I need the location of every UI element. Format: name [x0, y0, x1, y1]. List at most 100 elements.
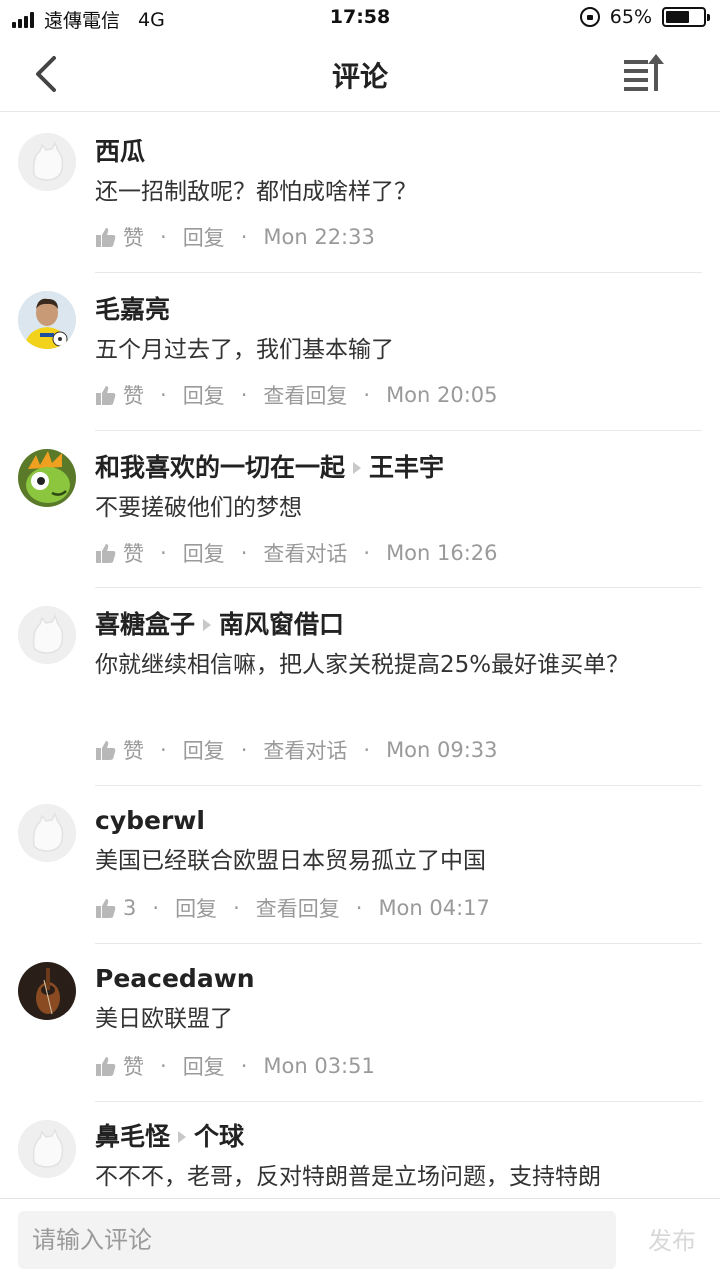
like-button[interactable]: 赞 [123, 380, 144, 410]
status-bar: 遠傳電信 4G 17:58 65% [0, 0, 720, 36]
comment-item: Peacedawn 美日欧联盟了 赞 · 回复 · Mon 03:51 [0, 944, 720, 1102]
author-name[interactable]: 和我喜欢的一切在一起 [95, 453, 345, 482]
rotation-lock-icon [579, 7, 600, 27]
comment-text: 五个月过去了，我们基本输了 [95, 337, 394, 363]
comment-input-bar: 发布 [0, 1198, 720, 1280]
battery-percent: 65% [609, 6, 652, 28]
comment-author[interactable]: 鼻毛怪 个球 [95, 1120, 702, 1154]
view-replies-link[interactable]: 查看回复 [256, 893, 340, 923]
separator: · [240, 225, 248, 249]
separator: · [240, 1054, 248, 1078]
avatar[interactable] [18, 291, 76, 349]
comment-meta: 赞 · 回复 · 查看回复 · Mon 20:05 [95, 379, 498, 411]
author-name[interactable]: cyberwl [95, 806, 205, 835]
comment-time: Mon 04:17 [378, 896, 490, 920]
nav-bar: 评论 [0, 36, 720, 112]
separator: · [160, 541, 167, 565]
like-button[interactable]: 赞 [123, 538, 144, 568]
comment-item: 和我喜欢的一切在一起 王丰宇 不要搓破他们的梦想 赞 · 回复 · 查看对话 · … [0, 431, 720, 588]
separator: · [355, 896, 363, 920]
avatar[interactable] [18, 1120, 76, 1178]
sort-button[interactable] [622, 54, 666, 94]
view-conversation-link[interactable]: 查看对话 [263, 538, 347, 568]
comment-time: Mon 20:05 [386, 383, 498, 407]
comment-item: 毛嘉亮 五个月过去了，我们基本输了 赞 · 回复 · 查看回复 · Mon 20… [0, 273, 720, 431]
reply-button[interactable]: 回复 [183, 380, 225, 410]
separator: · [363, 738, 371, 762]
thumbs-up-icon[interactable] [95, 739, 117, 761]
avatar[interactable] [18, 133, 76, 191]
green-monster-avatar-icon [18, 449, 76, 507]
comment-item: 喜糖盒子 南风窗借口 你就继续相信嘛，把人家关税提高25%最好谁买单？ 赞 · 回… [0, 588, 720, 786]
thumbs-up-icon[interactable] [95, 226, 117, 248]
default-avatar-icon [18, 1120, 76, 1178]
avatar[interactable] [18, 449, 76, 507]
author-name[interactable]: Peacedawn [95, 964, 255, 993]
author-name[interactable]: 喜糖盒子 [95, 610, 195, 639]
separator: · [160, 225, 167, 249]
reply-button[interactable]: 回复 [183, 538, 225, 568]
page-title: 评论 [331, 60, 388, 93]
separator: · [152, 896, 160, 920]
separator: · [240, 541, 248, 565]
battery-level [666, 11, 690, 23]
thumbs-up-icon[interactable] [95, 542, 117, 564]
view-conversation-link[interactable]: 查看对话 [263, 735, 347, 765]
avatar[interactable] [18, 606, 76, 664]
violin-avatar-icon [18, 962, 76, 1020]
thumbs-up-icon[interactable] [95, 384, 117, 406]
comment-time: Mon 22:33 [263, 225, 375, 249]
reply-button[interactable]: 回复 [183, 222, 225, 252]
separator: · [233, 896, 240, 920]
author-name[interactable]: 毛嘉亮 [95, 295, 170, 324]
thumbs-up-icon[interactable] [95, 897, 117, 919]
comment-meta: 赞 · 回复 · 查看对话 · Mon 09:33 [95, 734, 498, 766]
avatar[interactable] [18, 804, 76, 862]
publish-button[interactable]: 发布 [648, 1221, 696, 1256]
comment-text: 还一招制敌呢？都怕成啥样了？ [95, 179, 417, 205]
like-button[interactable]: 赞 [123, 222, 144, 252]
view-replies-link[interactable]: 查看回复 [263, 380, 347, 410]
comment-time: Mon 03:51 [263, 1054, 375, 1078]
author-name[interactable]: 鼻毛怪 [95, 1122, 170, 1151]
reply-button[interactable]: 回复 [183, 735, 225, 765]
sort-icon [624, 54, 664, 91]
comment-author[interactable]: cyberwl [95, 804, 702, 838]
comment-text: 美日欧联盟了 [95, 1006, 233, 1032]
comment-author[interactable]: 西瓜 [95, 135, 702, 169]
comment-input[interactable] [18, 1211, 616, 1269]
reply-to-name[interactable]: 个球 [194, 1122, 244, 1151]
separator: · [240, 738, 248, 762]
author-name[interactable]: 西瓜 [95, 137, 145, 166]
comment-meta: 赞 · 回复 · 查看对话 · Mon 16:26 [95, 537, 498, 569]
comment-time: Mon 09:33 [386, 738, 498, 762]
like-count[interactable]: 3 [123, 896, 136, 920]
reply-button[interactable]: 回复 [183, 1051, 225, 1081]
thumbs-up-icon[interactable] [95, 1055, 117, 1077]
reply-button[interactable]: 回复 [175, 893, 217, 923]
status-right: 65% [579, 6, 710, 28]
comment-item: cyberwl 美国已经联合欧盟日本贸易孤立了中国 3 · 回复 · 查看回复 … [0, 786, 720, 944]
default-avatar-icon [18, 133, 76, 191]
comment-item: 鼻毛怪 个球 不不不，老哥，反对特朗普是立场问题，支持特朗 [0, 1102, 720, 1198]
like-button[interactable]: 赞 [123, 1051, 144, 1081]
comment-author[interactable]: Peacedawn [95, 962, 702, 996]
default-avatar-icon [18, 606, 76, 664]
default-avatar-icon [18, 804, 76, 862]
reply-arrow-icon [178, 1131, 187, 1143]
reply-to-name[interactable]: 王丰宇 [369, 453, 444, 482]
comment-item: 西瓜 还一招制敌呢？都怕成啥样了？ 赞 · 回复 · Mon 22:33 [0, 113, 720, 273]
footballer-avatar-icon [18, 291, 76, 349]
reply-arrow-icon [203, 619, 212, 631]
comment-author[interactable]: 毛嘉亮 [95, 293, 702, 327]
comment-list[interactable]: 西瓜 还一招制敌呢？都怕成啥样了？ 赞 · 回复 · Mon 22:33 毛嘉亮… [0, 113, 720, 1198]
comment-text: 不要搓破他们的梦想 [95, 495, 302, 521]
comment-author[interactable]: 和我喜欢的一切在一起 王丰宇 [95, 451, 702, 485]
like-button[interactable]: 赞 [123, 735, 144, 765]
comment-author[interactable]: 喜糖盒子 南风窗借口 [95, 608, 702, 642]
avatar[interactable] [18, 962, 76, 1020]
battery-icon [662, 7, 710, 27]
reply-to-name[interactable]: 南风窗借口 [219, 610, 344, 639]
reply-arrow-icon [353, 462, 362, 474]
comment-time: Mon 16:26 [386, 541, 498, 565]
